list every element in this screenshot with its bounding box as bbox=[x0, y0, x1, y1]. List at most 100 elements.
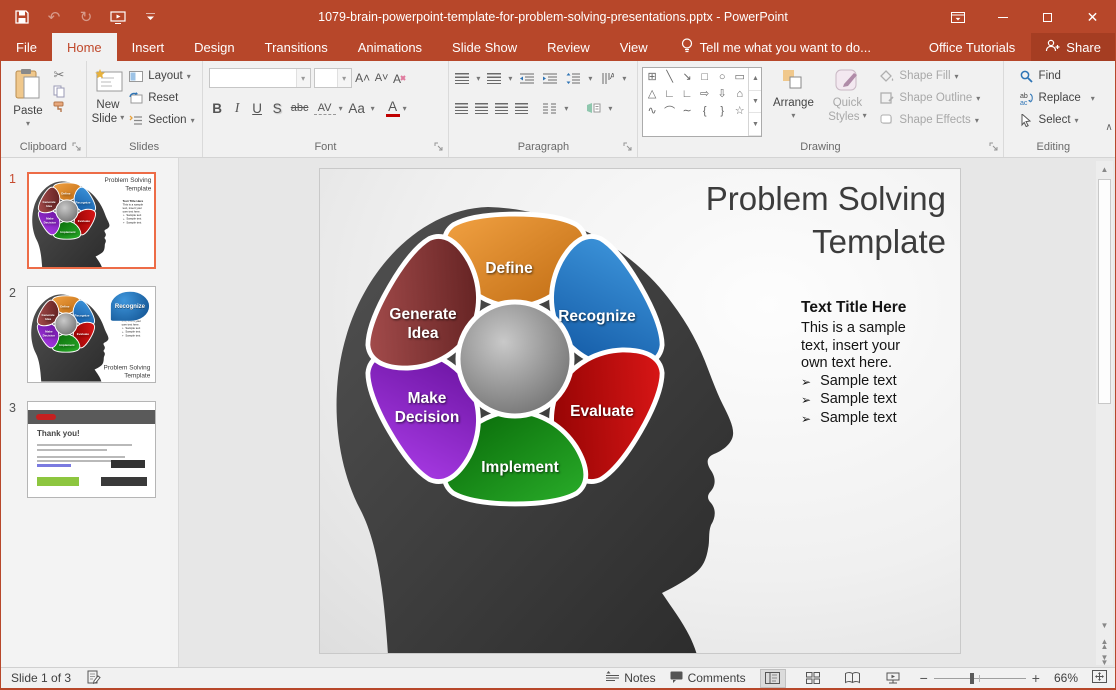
redo-icon[interactable]: ↻ bbox=[77, 8, 95, 26]
shape-glyph[interactable]: ∟ bbox=[680, 88, 695, 100]
clear-formatting-icon[interactable]: A bbox=[393, 70, 409, 86]
change-case-button[interactable]: Aa bbox=[346, 101, 368, 116]
slide-thumbnail-1[interactable]: 1 DefineRecognizeEvaluateImplementMakeDe… bbox=[27, 172, 156, 269]
zoom-slider-track[interactable] bbox=[934, 678, 1026, 679]
zoom-level[interactable]: 66% bbox=[1054, 671, 1078, 685]
cut-icon[interactable]: ✂ bbox=[51, 67, 67, 83]
shape-glyph[interactable]: } bbox=[715, 105, 730, 117]
font-color-button[interactable]: A bbox=[386, 99, 400, 117]
shape-glyph[interactable]: ∼ bbox=[680, 104, 695, 117]
italic-button[interactable]: I bbox=[229, 100, 246, 116]
grow-font-icon[interactable]: A˄ bbox=[355, 70, 371, 86]
shape-glyph[interactable]: ⇩ bbox=[715, 87, 730, 100]
text-direction-icon[interactable]: A bbox=[599, 70, 615, 86]
scroll-up-icon[interactable]: ▲ bbox=[1101, 161, 1109, 177]
slide-editing-canvas[interactable]: DefineRecognizeEvaluateImplementMakeDeci… bbox=[179, 158, 1115, 668]
shape-glyph[interactable]: ○ bbox=[715, 71, 730, 83]
bold-button[interactable]: B bbox=[209, 101, 226, 116]
zoom-slider-thumb[interactable] bbox=[970, 673, 974, 684]
shapes-scroll-down-icon[interactable]: ▼ bbox=[749, 91, 761, 114]
tab-file[interactable]: File bbox=[1, 33, 52, 61]
tab-design[interactable]: Design bbox=[179, 33, 249, 61]
paragraph-dialog-launcher[interactable] bbox=[623, 142, 634, 153]
minimize-button[interactable] bbox=[980, 1, 1025, 33]
slide-title[interactable]: Problem Solving Template bbox=[104, 176, 151, 193]
format-painter-icon[interactable] bbox=[51, 99, 67, 115]
maximize-button[interactable] bbox=[1025, 1, 1070, 33]
shape-glyph[interactable]: ▭ bbox=[732, 70, 747, 83]
flower-center-circle[interactable] bbox=[458, 302, 572, 416]
petal-evaluate[interactable] bbox=[68, 317, 97, 350]
shape-glyph[interactable]: { bbox=[697, 105, 712, 117]
shape-glyph[interactable]: ∿ bbox=[645, 104, 660, 117]
tab-slide-show[interactable]: Slide Show bbox=[437, 33, 532, 61]
share-button[interactable]: Share bbox=[1031, 33, 1115, 61]
shape-fill-button[interactable]: Shape Fill▾ bbox=[876, 65, 983, 87]
tab-transitions[interactable]: Transitions bbox=[250, 33, 343, 61]
tab-home[interactable]: Home bbox=[52, 33, 117, 61]
align-center-icon[interactable] bbox=[475, 103, 488, 114]
shrink-font-icon[interactable]: A˅ bbox=[374, 70, 390, 86]
head-silhouette[interactable] bbox=[32, 181, 109, 268]
normal-view-button[interactable] bbox=[760, 669, 786, 688]
slide-thumbnail-3[interactable]: 3 Thank you! bbox=[27, 401, 156, 498]
tab-view[interactable]: View bbox=[605, 33, 663, 61]
shape-glyph[interactable]: □ bbox=[697, 71, 712, 83]
petal-make-decision[interactable] bbox=[36, 204, 65, 237]
bullets-icon[interactable] bbox=[455, 73, 469, 84]
comments-button[interactable]: Comments bbox=[670, 671, 746, 686]
copy-icon[interactable] bbox=[51, 83, 67, 99]
previous-slide-button[interactable]: ▲▲ bbox=[1101, 639, 1109, 649]
ribbon-display-options-icon[interactable] bbox=[935, 1, 980, 33]
petal-implement[interactable] bbox=[52, 334, 80, 352]
petal-evaluate[interactable] bbox=[69, 204, 98, 237]
reset-button[interactable]: Reset bbox=[125, 87, 197, 109]
shape-glyph[interactable]: ↘ bbox=[680, 70, 695, 83]
petal-implement[interactable] bbox=[53, 221, 81, 239]
text-shadow-button[interactable]: S bbox=[269, 101, 286, 116]
petal-recognize[interactable] bbox=[69, 185, 98, 218]
scrollbar-thumb[interactable] bbox=[1098, 179, 1111, 404]
shape-glyph[interactable]: ⇨ bbox=[697, 87, 712, 100]
office-tutorials-link[interactable]: Office Tutorials bbox=[913, 40, 1031, 55]
slide-title[interactable]: Problem Solving Template bbox=[706, 177, 946, 263]
head-silhouette[interactable] bbox=[31, 294, 108, 381]
font-size-combobox[interactable]: ▾ bbox=[314, 68, 352, 88]
petal-generate-idea[interactable] bbox=[36, 185, 65, 218]
undo-icon[interactable]: ↶ bbox=[45, 8, 63, 26]
flower-center-circle[interactable] bbox=[55, 313, 77, 335]
layout-button[interactable]: Layout▾ bbox=[125, 65, 197, 87]
save-icon[interactable] bbox=[13, 8, 31, 26]
drawing-dialog-launcher[interactable] bbox=[989, 142, 1000, 153]
shape-effects-button[interactable]: Shape Effects▾ bbox=[876, 109, 983, 131]
shapes-scroll-up-icon[interactable]: ▲ bbox=[749, 68, 761, 91]
tab-animations[interactable]: Animations bbox=[343, 33, 437, 61]
character-spacing-button[interactable]: AV bbox=[314, 102, 336, 115]
slide-1-editor[interactable]: DefineRecognizeEvaluateImplementMakeDeci… bbox=[319, 168, 961, 654]
petal-make-decision[interactable] bbox=[35, 317, 64, 350]
replace-button[interactable]: abac Replace▾ bbox=[1016, 87, 1100, 109]
shape-glyph[interactable]: ⌒ bbox=[662, 103, 677, 119]
petal-define[interactable] bbox=[52, 296, 80, 314]
shape-glyph[interactable]: ⊞ bbox=[645, 70, 660, 83]
petal-define[interactable] bbox=[53, 183, 81, 201]
justify-icon[interactable] bbox=[515, 103, 528, 114]
slide-text-placeholder[interactable]: Text Title Here This is a sample text, i… bbox=[122, 312, 152, 337]
customize-qat-icon[interactable] bbox=[141, 8, 159, 26]
zoom-out-button[interactable]: − bbox=[920, 670, 928, 686]
font-dialog-launcher[interactable] bbox=[434, 142, 445, 153]
tab-review[interactable]: Review bbox=[532, 33, 605, 61]
numbering-icon[interactable] bbox=[487, 73, 501, 84]
vertical-scrollbar[interactable]: ▲ ▼ ▲▲ ▼▼ bbox=[1096, 161, 1113, 665]
shape-glyph[interactable]: △ bbox=[645, 87, 660, 100]
scroll-down-icon[interactable]: ▼ bbox=[1101, 617, 1109, 633]
spell-check-icon[interactable] bbox=[87, 670, 101, 687]
arrange-button[interactable]: Arrange ▾ bbox=[768, 65, 818, 137]
new-slide-button[interactable]: New Slide▾ bbox=[91, 65, 126, 137]
underline-button[interactable]: U bbox=[249, 101, 266, 116]
petal-recognize[interactable] bbox=[68, 298, 97, 331]
align-left-icon[interactable] bbox=[455, 103, 468, 114]
collapse-ribbon-button[interactable]: ∧ bbox=[1103, 61, 1115, 157]
shape-glyph[interactable]: ☆ bbox=[732, 104, 747, 117]
shapes-more-icon[interactable]: ▼ bbox=[749, 113, 761, 136]
